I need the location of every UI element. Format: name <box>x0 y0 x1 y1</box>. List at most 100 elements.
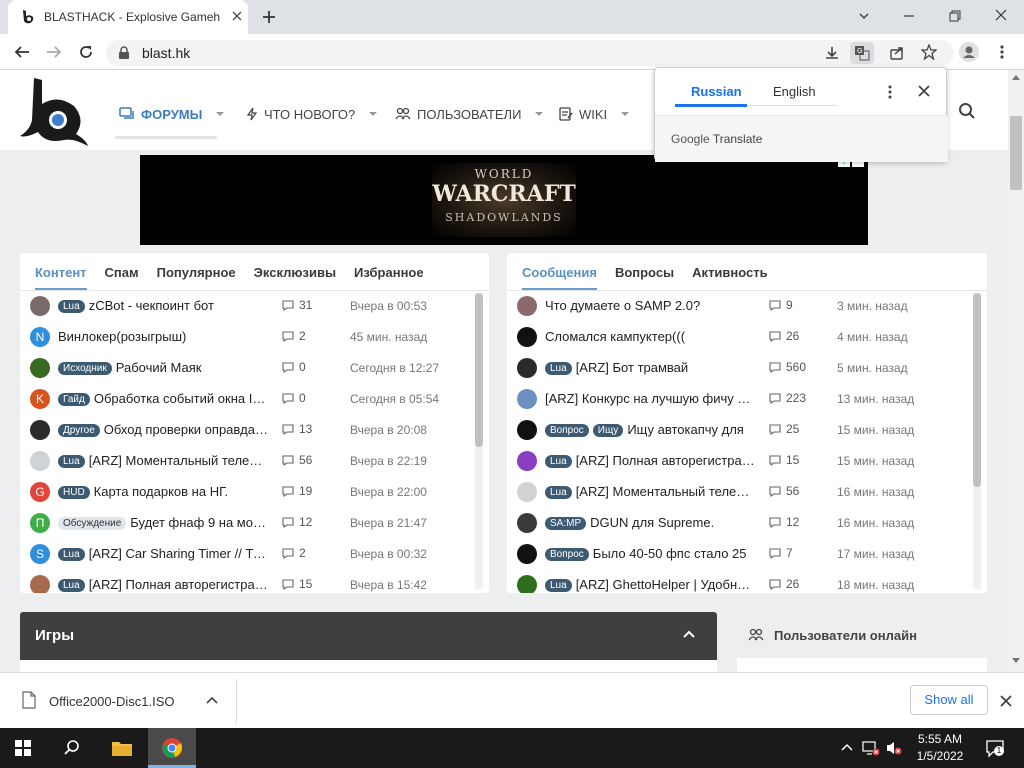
left-scrollbar-thumb[interactable] <box>475 293 483 447</box>
thread-prefix-badge[interactable]: Ищу <box>592 424 624 437</box>
thread-prefix-badge[interactable]: Lua <box>58 548 85 561</box>
thread-prefix-badge[interactable]: Вопрос <box>545 424 589 437</box>
thread-prefix-badge[interactable]: Исходник <box>58 362 112 375</box>
page-scrollbar[interactable] <box>1008 70 1024 672</box>
thread-title-line[interactable]: Что думаете о SAMP 2.0? <box>545 298 755 313</box>
left-tab[interactable]: Контент <box>35 253 87 290</box>
volume-icon[interactable] <box>885 740 903 756</box>
chrome-icon[interactable] <box>161 737 183 759</box>
page-scrollbar-thumb[interactable] <box>1010 116 1022 190</box>
avatar[interactable] <box>30 451 50 471</box>
nav-wiki[interactable]: WIKI <box>559 104 630 124</box>
thread-title[interactable]: Обход проверки оправданий <box>104 422 268 437</box>
thread-row[interactable]: Lua [ARZ] GhettoHelper | Удобный помощник… <box>507 570 987 593</box>
thread-prefix-badge[interactable]: Lua <box>58 300 85 313</box>
thread-title-line[interactable]: Lua zCBot - чекпоинт бот <box>58 298 268 313</box>
notification-center-icon[interactable]: 1 <box>985 738 1005 758</box>
chevron-down-icon[interactable] <box>535 112 544 116</box>
thread-row[interactable]: Lua [ARZ] Полная авторегистрация 15 Вчера в… <box>20 570 489 593</box>
avatar[interactable] <box>30 575 50 593</box>
ad-banner[interactable]: WORLD WARCRAFT SHADOWLANDS i × <box>140 155 868 245</box>
avatar[interactable]: N <box>30 327 50 347</box>
thread-title[interactable]: [ARZ] Бот трамвай <box>576 360 688 375</box>
nav-forums[interactable]: ФОРУМЫ <box>119 104 225 124</box>
thread-date[interactable]: 18 мин. назад <box>837 578 914 592</box>
thread-date[interactable]: 45 мин. назад <box>350 330 427 344</box>
thread-prefix-badge[interactable]: Обсуждение <box>58 517 127 530</box>
thread-title[interactable]: [ARZ] Car Sharing Timer // Таймер <box>89 546 268 561</box>
thread-title[interactable]: Карта подарков на НГ. <box>94 484 228 499</box>
chevron-down-icon[interactable] <box>216 112 225 116</box>
thread-title-line[interactable]: Другое Обход проверки оправданий <box>58 422 268 437</box>
translate-icon[interactable]: G <box>850 42 874 64</box>
thread-title[interactable]: [ARZ] Полная авторегистрация <box>576 453 755 468</box>
thread-row[interactable]: Что думаете о SAMP 2.0? 9 3 мин. назад <box>507 291 987 322</box>
thread-date[interactable]: 16 мин. назад <box>837 516 914 530</box>
avatar[interactable] <box>517 358 537 378</box>
profile-icon[interactable] <box>959 42 979 62</box>
thread-title[interactable]: [ARZ] Моментальный телепорт <box>89 453 268 468</box>
browser-tab[interactable]: BLASTHACK - Explosive Gamehacking <box>8 0 248 34</box>
right-tab[interactable]: Активность <box>692 253 767 290</box>
thread-row[interactable]: Lua zCBot - чекпоинт бот 31 Вчера в 00:53 <box>20 291 489 322</box>
back-icon[interactable] <box>13 44 31 60</box>
thread-row[interactable]: П ОбсуждениеБудет фнаф 9 на мобилки 12 Вчер… <box>20 508 489 539</box>
avatar[interactable]: S <box>30 544 50 564</box>
show-all-button[interactable]: Show all <box>910 685 988 715</box>
avatar[interactable] <box>517 327 537 347</box>
right-scrollbar[interactable] <box>973 293 981 589</box>
thread-row[interactable]: Вопрос Было 40-50 фпс стало 25 7 17 мин. на… <box>507 539 987 570</box>
thread-row[interactable]: S Lua [ARZ] Car Sharing Timer // Таймер 2 Вч… <box>20 539 489 570</box>
scroll-down-icon[interactable] <box>1012 658 1020 664</box>
taskbar-clock[interactable]: 5:55 AM 1/5/2022 <box>905 731 975 765</box>
thread-title-line[interactable]: Lua [ARZ] Бот трамвай <box>545 360 755 375</box>
chevron-down-icon[interactable] <box>621 112 630 116</box>
thread-prefix-badge[interactable]: Lua <box>545 486 572 499</box>
search-icon[interactable] <box>958 102 976 120</box>
scroll-up-icon[interactable] <box>1012 74 1020 80</box>
thread-prefix-badge[interactable]: Вопрос <box>545 548 589 561</box>
avatar[interactable]: П <box>30 513 50 533</box>
thread-row[interactable]: Lua [ARZ] Бот трамвай 560 5 мин. назад <box>507 353 987 384</box>
collapse-chevron-up-icon[interactable] <box>682 629 696 639</box>
left-tab[interactable]: Спам <box>105 253 139 290</box>
avatar[interactable] <box>517 389 537 409</box>
thread-title[interactable]: Что думаете о SAMP 2.0? <box>545 298 700 313</box>
avatar[interactable]: G <box>30 482 50 502</box>
thread-title-line[interactable]: Lua [ARZ] GhettoHelper | Удобный помощник <box>545 577 755 592</box>
close-download-bar-icon[interactable] <box>999 694 1013 708</box>
thread-title-line[interactable]: Lua [ARZ] Car Sharing Timer // Таймер <box>58 546 268 561</box>
thread-title-line[interactable]: Lua [ARZ] Полная авторегистрация <box>545 453 755 468</box>
chevron-up-icon[interactable] <box>206 695 218 705</box>
thread-title-line[interactable]: Lua [ARZ] Полная авторегистрация <box>58 577 268 592</box>
thread-title[interactable]: [ARZ] GhettoHelper | Удобный помощник <box>576 577 755 592</box>
thread-prefix-badge[interactable]: HUD <box>58 486 90 499</box>
translate-close-icon[interactable] <box>917 84 931 98</box>
right-tab[interactable]: Сообщения <box>522 253 597 290</box>
close-tab-icon[interactable] <box>230 9 244 23</box>
thread-prefix-badge[interactable]: Lua <box>58 455 85 468</box>
thread-title-line[interactable]: [ARZ] Конкурс на лучшую фичу для бота <box>545 391 755 406</box>
thread-date[interactable]: Вчера в 21:47 <box>350 516 427 530</box>
thread-row[interactable]: SA:MP DGUN для Supreme. 12 16 мин. назад <box>507 508 987 539</box>
reload-icon[interactable] <box>77 43 95 61</box>
thread-date[interactable]: Сегодня в 05:54 <box>350 392 439 406</box>
thread-date[interactable]: Вчера в 15:42 <box>350 578 427 592</box>
avatar[interactable] <box>517 451 537 471</box>
download-filename[interactable]: Office2000-Disc1.ISO <box>49 694 174 709</box>
thread-row[interactable]: Lua [ARZ] Моментальный телепорт 56 16 мин. … <box>507 477 987 508</box>
thread-row[interactable]: [ARZ] Конкурс на лучшую фичу для бота 223… <box>507 384 987 415</box>
left-scrollbar[interactable] <box>475 293 483 589</box>
thread-row[interactable]: K Гайд Обработка событий окна ImGui 0 Сегодн… <box>20 384 489 415</box>
thread-prefix-badge[interactable]: Гайд <box>58 393 90 406</box>
minimize-icon[interactable] <box>902 9 916 23</box>
avatar[interactable] <box>517 544 537 564</box>
thread-row[interactable]: N Винлокер(розыгрыш) 2 45 мин. назад <box>20 322 489 353</box>
thread-date[interactable]: 3 мин. назад <box>837 299 908 313</box>
thread-row[interactable]: Вопрос Ищу Ищу автокапчу для 25 15 мин. наза… <box>507 415 987 446</box>
avatar[interactable] <box>517 513 537 533</box>
thread-title[interactable]: Будет фнаф 9 на мобилки <box>130 515 268 530</box>
avatar[interactable] <box>517 420 537 440</box>
tray-chevron-up-icon[interactable] <box>841 743 853 751</box>
right-tab[interactable]: Вопросы <box>615 253 674 290</box>
